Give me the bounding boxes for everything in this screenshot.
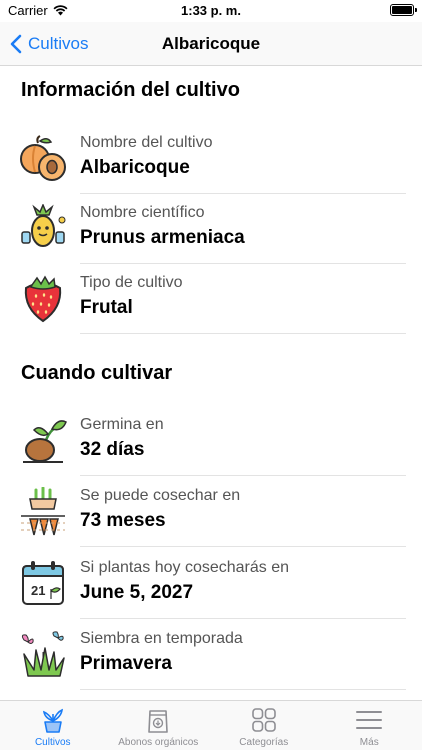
grid-icon (251, 708, 276, 732)
tab-label: Abonos orgánicos (118, 737, 199, 748)
list-item-scientific-name: Nombre científico Prunus armeniaca (0, 194, 422, 264)
row-label: Nombre científico (80, 204, 205, 221)
calendar-icon: 21 (22, 561, 64, 605)
list-item-germination: Germina en 32 días (0, 406, 422, 476)
calendar-day-text: 21 (31, 583, 45, 598)
sprouting-seed-icon (23, 420, 67, 463)
tab-label: Cultivos (34, 737, 71, 748)
strawberry-icon (24, 275, 62, 323)
row-value: Primavera (80, 653, 172, 674)
fertilizer-bag-icon (148, 710, 169, 733)
row-label: Nombre del cultivo (80, 134, 213, 151)
list-item-harvest-date: 21 Si plantas hoy cosecharás en June 5, … (0, 549, 422, 619)
divider (80, 546, 406, 547)
navigation-bar: Cultivos Albaricoque (0, 22, 422, 66)
divider (80, 618, 406, 619)
tab-label: Categorías (239, 737, 289, 748)
row-value: Albaricoque (80, 157, 190, 178)
section-title-when: Cuando cultivar (21, 362, 173, 384)
list-item-crop-type: Tipo de cultivo Frutal (0, 264, 422, 334)
back-button[interactable]: Cultivos (10, 22, 88, 66)
row-label: Germina en (80, 416, 164, 433)
row-label: Tipo de cultivo (80, 274, 183, 291)
row-label: Si plantas hoy cosecharás en (80, 559, 290, 576)
chevron-left-icon (10, 34, 22, 54)
divider (80, 475, 406, 476)
tab-cultivos[interactable]: Cultivos (0, 701, 106, 750)
plant-pot-icon (42, 708, 63, 733)
butterfly-grass-icon (21, 631, 65, 677)
row-value: Prunus armeniaca (80, 227, 245, 248)
scientist-pineapple-icon (21, 204, 66, 247)
tab-abonos-organicos[interactable]: Abonos orgánicos (106, 701, 212, 750)
battery-icon (390, 4, 417, 16)
tab-label: Más (359, 737, 379, 748)
tab-mas[interactable]: Más (317, 701, 422, 750)
divider (80, 333, 406, 334)
row-value: June 5, 2027 (80, 582, 194, 603)
apricot-icon (20, 135, 66, 181)
list-item-crop-name: Nombre del cultivo Albaricoque (0, 124, 422, 194)
harvest-hands-icon (21, 487, 65, 536)
crop-detail-list[interactable]: Información del cultivo Nombre del culti… (0, 67, 422, 699)
list-item-season: Siembra en temporada Primavera (0, 620, 422, 690)
list-item-harvest-time: Se puede cosechar en 73 meses (0, 477, 422, 547)
row-value: Frutal (80, 297, 133, 318)
row-label: Se puede cosechar en (80, 487, 241, 504)
row-value: 73 meses (80, 510, 166, 531)
divider (80, 689, 406, 690)
hamburger-menu-icon (356, 711, 383, 729)
tab-bar: Cultivos Abonos orgánicos Categorías Más (0, 700, 422, 750)
row-value: 32 días (80, 439, 145, 460)
row-label: Siembra en temporada (80, 630, 243, 647)
status-time: 1:33 p. m. (181, 3, 241, 18)
back-button-label: Cultivos (28, 34, 89, 53)
status-bar: Carrier 1:33 p. m. (0, 0, 422, 22)
tab-categorias[interactable]: Categorías (211, 701, 317, 750)
section-title-info: Información del cultivo (21, 79, 240, 101)
